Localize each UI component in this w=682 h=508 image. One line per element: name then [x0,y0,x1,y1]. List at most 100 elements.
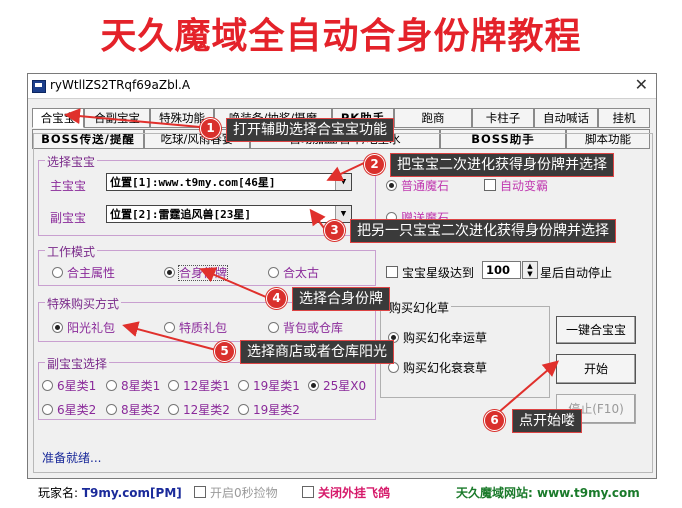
app-icon [32,80,46,93]
radio-icon [168,404,179,415]
step-badge-4: 4 [266,288,287,309]
step-annotation-1: 打开辅助选择合宝宝功能 [226,118,394,142]
sub-pet-value: 位置[2]:雷霆追风兽[23星] [110,208,251,221]
mode-main-attr-label: 合主属性 [67,266,116,280]
zero-sec-pickup-checkbox[interactable]: 开启0秒捡物 [194,484,278,501]
radio-icon [268,322,279,333]
work-mode-label: 工作模式 [45,243,98,260]
player-row: 玩家名: T9my.com[PM] [38,484,182,501]
herb-group: 购买幻化草 [380,299,550,398]
checkbox-icon [484,179,496,191]
step-annotation-2: 把宝宝二次进化获得身份牌并选择 [390,153,614,177]
radio-icon [168,380,179,391]
radio-icon [164,267,175,278]
close-icon[interactable]: ✕ [635,75,648,94]
tab-pillar[interactable]: 卡柱子 [472,108,534,128]
mode-main-attr-radio[interactable]: 合主属性 [52,264,115,281]
tab-afk[interactable]: 挂机 [598,108,650,128]
radio-icon [106,404,117,415]
sub-6star-2-radio[interactable]: 6星类2 [42,401,96,418]
checkbox-icon [302,486,314,498]
sub-8star-1-radio[interactable]: 8星类1 [106,377,160,394]
sub-19star-1-radio[interactable]: 19星类1 [238,377,300,394]
auto-change-checkbox[interactable]: 自动变霸 [484,177,548,194]
main-pet-select[interactable]: 位置[1]:www.t9my.com[46星] ▼ [106,173,352,191]
mode-identity-card-label: 合身份牌 [177,265,229,281]
step-badge-1: 1 [200,118,221,139]
step-badge-6: 6 [484,410,505,431]
star-stop-input[interactable]: 100 [482,261,521,279]
sub-8star-1-label: 8星类1 [121,379,161,393]
sub-6star-1-radio[interactable]: 6星类1 [42,377,96,394]
buy-sunshine-pack-radio[interactable]: 阳光礼包 [52,319,115,336]
sub-12star-1-radio[interactable]: 12星类1 [168,377,230,394]
start-button[interactable]: 开始 [556,354,636,384]
player-name: T9my.com[PM] [81,486,182,500]
step-annotation-5: 选择商店或者仓库阳光 [240,340,394,364]
sub-25star-x0-label: 25星X0 [323,379,367,393]
radio-icon [52,322,63,333]
sub-19star-2-radio[interactable]: 19星类2 [238,401,300,418]
zero-sec-pickup-label: 开启0秒捡物 [210,486,278,500]
buy-mode-label: 特殊购买方式 [45,295,122,312]
sub-8star-2-label: 8星类2 [121,403,161,417]
tab-trading[interactable]: 跑商 [394,108,472,128]
step-annotation-4: 选择合身份牌 [292,287,390,311]
chevron-down-icon[interactable]: ▼ [335,174,351,190]
tutorial-banner-title: 天久魔域全自动合身份牌教程 [100,16,582,57]
mode-identity-card-radio[interactable]: 合身份牌 [164,264,229,281]
radio-icon [238,380,249,391]
normal-magic-label: 普通魔石 [401,179,450,193]
mode-ancient-radio[interactable]: 合太古 [268,264,319,281]
window-title: ryWtllZS2TRqf69aZbl.A [50,78,191,92]
herb-decay-radio[interactable]: 购买幻化衰衰草 [388,359,487,376]
step-badge-3: 3 [324,220,345,241]
herb-lucky-label: 购买幻化幸运草 [403,331,488,345]
radio-icon [42,380,53,391]
herb-lucky-radio[interactable]: 购买幻化幸运草 [388,329,487,346]
step-annotation-3: 把另一只宝宝二次进化获得身份牌并选择 [350,219,616,243]
buy-bag-warehouse-radio[interactable]: 背包或仓库 [268,319,343,336]
main-pet-label: 主宝宝 [50,179,87,193]
sub-pet-choice-label: 副宝宝选择 [45,355,110,372]
sub-12star-2-radio[interactable]: 12星类2 [168,401,230,418]
sub-pet-label: 副宝宝 [50,211,87,225]
sub-6star-1-label: 6星类1 [57,379,97,393]
checkbox-icon [386,266,398,278]
sub-12star-2-label: 12星类2 [183,403,230,417]
star-stop-spinner[interactable]: ▲ ▼ [522,261,538,279]
normal-magic-radio[interactable]: 普通魔石 [386,177,449,194]
radio-icon [106,380,117,391]
herb-group-label: 购买幻化草 [387,299,452,316]
step-annotation-6: 点开始喽 [512,409,582,433]
star-stop-checkbox[interactable]: 宝宝星级达到 [386,264,474,281]
mode-ancient-label: 合太古 [283,266,320,280]
radio-icon [42,404,53,415]
sub-25star-x0-radio[interactable]: 25星X0 [308,377,366,394]
tab-auto-shout[interactable]: 自动喊话 [534,108,598,128]
one-key-merge-button[interactable]: 一键合宝宝 [556,316,636,344]
sub-8star-2-radio[interactable]: 8星类2 [106,401,160,418]
sub-19star-1-label: 19星类1 [253,379,300,393]
sub-pet-select[interactable]: 位置[2]:雷霆追风兽[23星] ▼ [106,205,352,223]
radio-icon [386,180,397,191]
sub-6star-2-label: 6星类2 [57,403,97,417]
radio-icon [164,322,175,333]
tab-merge-pet[interactable]: 合宝宝 [32,108,84,128]
radio-icon [238,404,249,415]
radio-icon [268,267,279,278]
player-label: 玩家名: [38,486,79,500]
select-pet-group-label: 选择宝宝 [45,153,98,170]
sub-19star-2-label: 19星类2 [253,403,300,417]
close-pigeon-label: 关闭外挂飞鸽 [318,486,391,500]
close-pigeon-checkbox[interactable]: 关闭外挂飞鸽 [302,484,390,501]
website-link[interactable]: 天久魔域网站: www.t9my.com [456,484,640,501]
status-text: 准备就绪... [42,451,102,465]
buy-special-pack-radio[interactable]: 特质礼包 [164,319,227,336]
star-stop-label: 宝宝星级达到 [402,266,475,280]
title-bar: ryWtllZS2TRqf69aZbl.A ✕ [28,74,656,99]
sub-12star-1-label: 12星类1 [183,379,230,393]
buy-bag-warehouse-label: 背包或仓库 [283,321,344,335]
tab-merge-sub-pet[interactable]: 合副宝宝 [84,108,150,128]
herb-decay-label: 购买幻化衰衰草 [403,361,488,375]
